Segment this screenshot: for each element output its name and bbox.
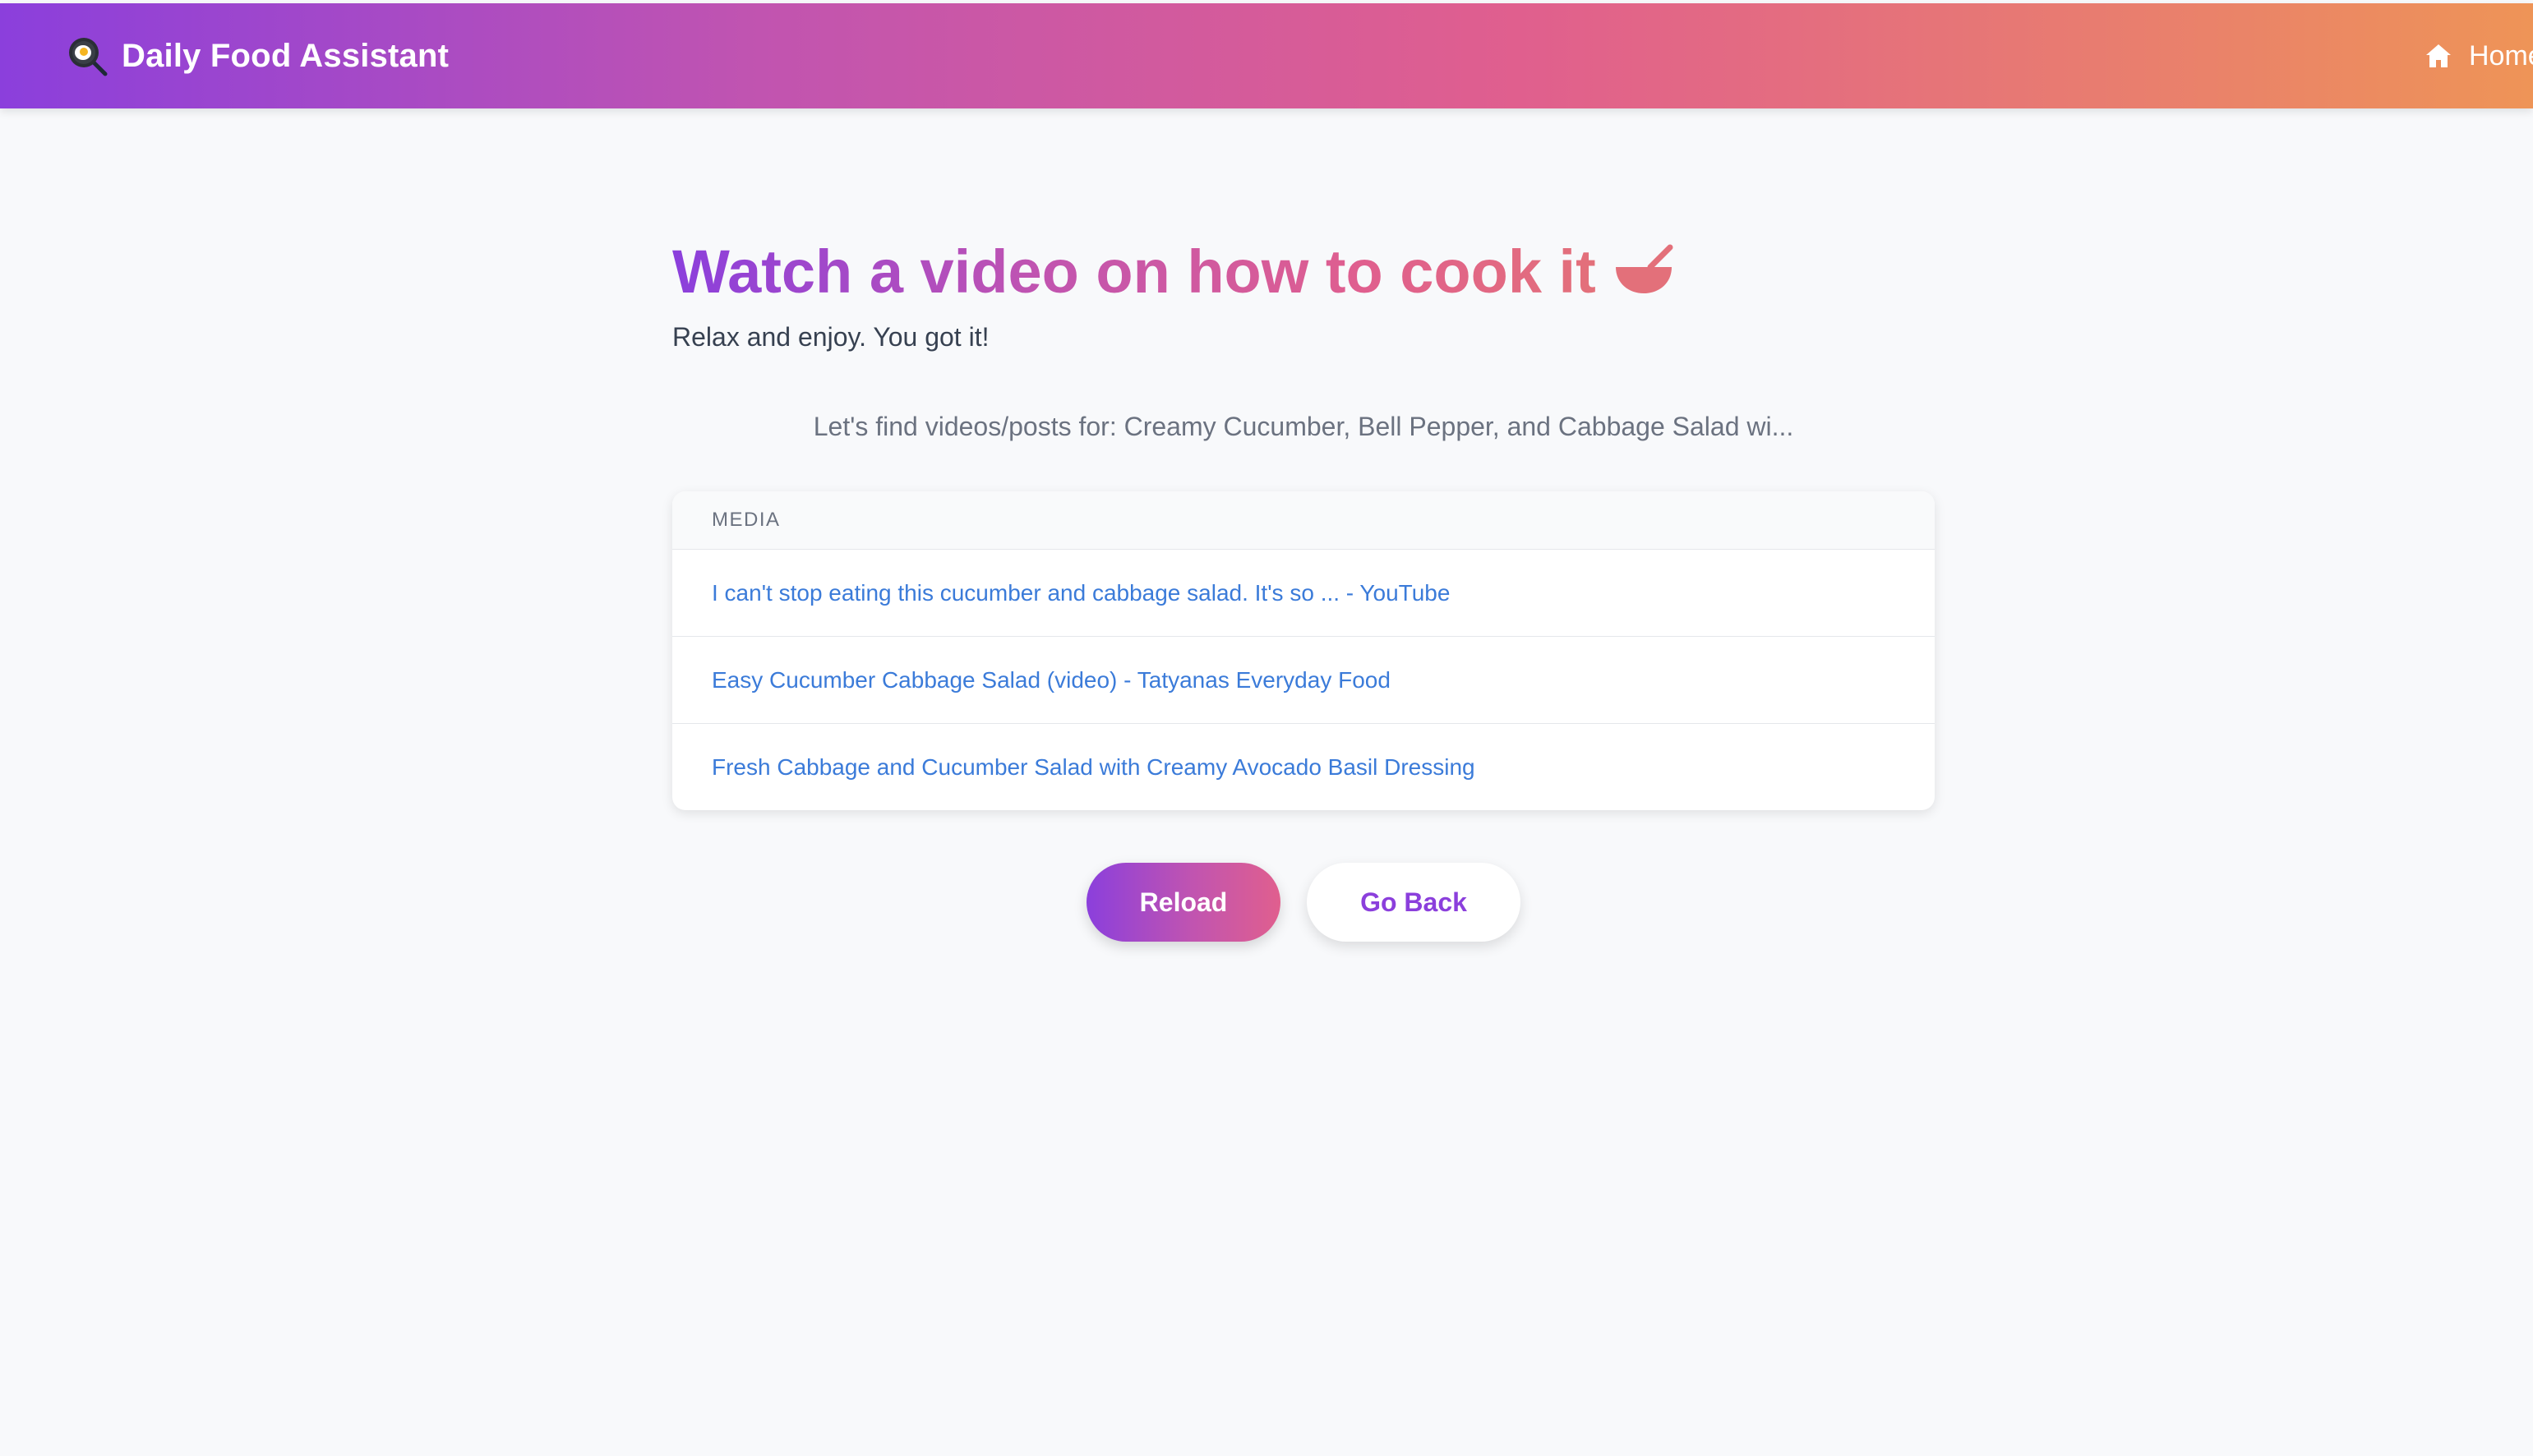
frying-pan-egg-icon	[66, 35, 108, 77]
reload-button[interactable]: Reload	[1087, 863, 1280, 942]
go-back-button[interactable]: Go Back	[1307, 863, 1520, 942]
media-list-item: Fresh Cabbage and Cucumber Salad with Cr…	[672, 723, 1935, 810]
media-list-item: I can't stop eating this cucumber and ca…	[672, 549, 1935, 636]
page: Daily Food Assistant Home Watch a video …	[0, 0, 2533, 1456]
search-query-text: Let's find videos/posts for: Creamy Cucu…	[813, 412, 1794, 441]
brand-title: Daily Food Assistant	[122, 37, 450, 74]
media-header: MEDIA	[672, 491, 1935, 549]
page-subtitle: Relax and enjoy. You got it!	[672, 322, 990, 352]
main-content: Watch a video on how to cook it Relax an…	[672, 230, 1935, 942]
nav-home-label: Home	[2469, 39, 2533, 71]
page-title-text: Watch a video on how to cook it	[672, 237, 1596, 306]
page-title: Watch a video on how to cook it	[672, 230, 1935, 312]
home-icon	[2425, 43, 2452, 69]
brand[interactable]: Daily Food Assistant	[66, 3, 449, 108]
action-buttons: Reload Go Back	[672, 863, 1935, 942]
bowl-with-spoon-icon	[1613, 242, 1675, 295]
media-link[interactable]: I can't stop eating this cucumber and ca…	[712, 580, 1450, 606]
navbar: Daily Food Assistant Home	[0, 3, 2533, 108]
media-link[interactable]: Fresh Cabbage and Cucumber Salad with Cr…	[712, 754, 1475, 781]
media-link[interactable]: Easy Cucumber Cabbage Salad (video) - Ta…	[712, 667, 1391, 693]
nav-home-link[interactable]: Home	[2425, 3, 2533, 108]
media-card: MEDIA I can't stop eating this cucumber …	[672, 491, 1935, 810]
media-list-item: Easy Cucumber Cabbage Salad (video) - Ta…	[672, 636, 1935, 723]
